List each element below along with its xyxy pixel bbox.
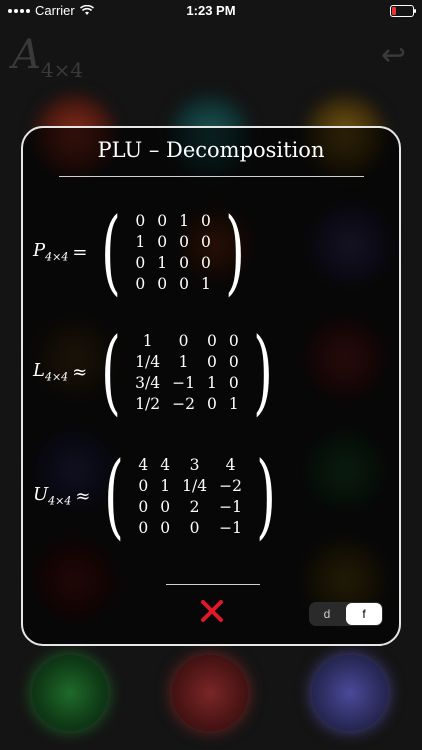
- plu-decomposition-dialog: PLU – Decomposition P4×4 = ( 0010 1000 0…: [21, 126, 401, 646]
- background-button-q: [32, 655, 108, 731]
- matrix-l-block: L4×4 ≈ ( 1000 1/4 1 0 0 3/4 −1 1 0 1/2 −2 0 1 ): [33, 326, 281, 418]
- matrix-label: P4×4: [33, 240, 69, 264]
- dialog-title: PLU – Decomposition: [97, 138, 325, 162]
- toggle-option-d[interactable]: d: [309, 602, 345, 626]
- title-divider: [59, 176, 364, 177]
- left-paren: (: [101, 198, 122, 305]
- battery-icon: [390, 5, 416, 17]
- left-paren: (: [104, 442, 125, 549]
- right-paren: ): [256, 442, 276, 549]
- matrix-u: 4434 0 1 1/4 −2 0 0 2 −1 0 0 0 −1: [138, 455, 242, 537]
- matrix-relation: ≈: [72, 361, 88, 383]
- matrix-relation: =: [72, 241, 88, 263]
- right-paren: ): [224, 198, 245, 305]
- right-paren: ): [252, 318, 273, 425]
- background-button-svd: [172, 655, 248, 731]
- matrix-l: 1000 1/4 1 0 0 3/4 −1 1 0 1/2 −2 0 1: [135, 331, 239, 413]
- toggle-option-f[interactable]: f: [346, 603, 382, 625]
- background-matrix-title: A4×4: [12, 32, 84, 82]
- status-time: 1:23 PM: [186, 3, 236, 18]
- matrix-relation: ≈: [75, 485, 91, 507]
- matrix-label: L4×4: [33, 360, 69, 384]
- matrix-label: U4×4: [33, 484, 72, 508]
- matrix-p-block: P4×4 = ( 0010 1000 0100 0001 ): [33, 206, 253, 298]
- matrix-p: 0010 1000 0100 0001: [135, 211, 211, 293]
- left-paren: (: [101, 318, 122, 425]
- undo-arrow-icon[interactable]: ↩: [381, 38, 406, 73]
- number-format-toggle: d f: [309, 602, 383, 626]
- close-x-icon[interactable]: [199, 598, 225, 624]
- background-button-matrix: [312, 655, 388, 731]
- bottom-divider: [166, 584, 260, 585]
- status-bar: Carrier 1:23 PM: [0, 0, 422, 22]
- matrix-u-block: U4×4 ≈ ( 4434 0 1 1/4 −2 0 0 2 −1 0 0 0 −1 ): [33, 450, 284, 542]
